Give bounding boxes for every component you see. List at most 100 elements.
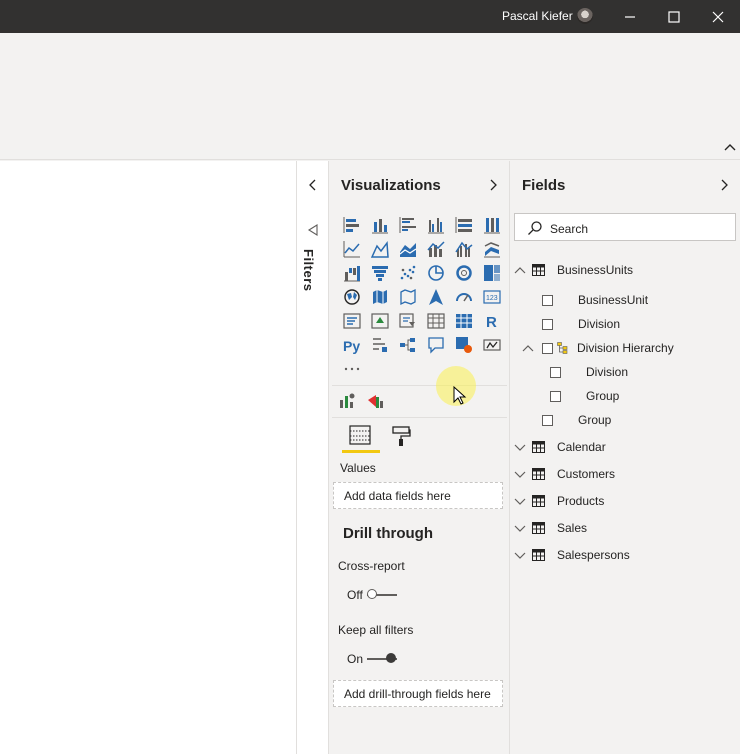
drill-through-drop-zone[interactable]: Add drill-through fields here bbox=[333, 680, 503, 707]
field-name: Group bbox=[578, 413, 612, 427]
custom-visual-icon[interactable] bbox=[338, 392, 356, 410]
fields-pane: Fields Search BusinessUnits BusinessUnit… bbox=[510, 161, 740, 754]
minimize-icon bbox=[625, 15, 635, 18]
chevron-down-icon[interactable] bbox=[514, 441, 526, 453]
field-row-group[interactable]: Group bbox=[542, 410, 611, 430]
custom-visual-icon-2[interactable] bbox=[366, 392, 384, 410]
hierarchy-level-group[interactable]: Group bbox=[550, 386, 619, 406]
table-icon bbox=[532, 549, 545, 561]
matrix-icon[interactable] bbox=[455, 312, 473, 330]
r-script-visual-icon[interactable]: R bbox=[483, 312, 501, 330]
table-row-sales[interactable]: Sales bbox=[514, 518, 587, 538]
hierarchy-icon bbox=[557, 342, 568, 354]
hierarchy-level-division[interactable]: Division bbox=[550, 362, 628, 382]
chevron-up-icon[interactable] bbox=[722, 140, 738, 156]
shape-map-icon[interactable] bbox=[399, 288, 417, 306]
paginated-report-icon[interactable] bbox=[483, 336, 501, 354]
line-and-stacked-column-chart-icon[interactable] bbox=[427, 240, 445, 258]
treemap-icon[interactable] bbox=[483, 264, 501, 282]
fields-tab-icon[interactable] bbox=[349, 424, 371, 446]
format-paint-roller-icon[interactable] bbox=[391, 425, 411, 447]
report-canvas[interactable] bbox=[0, 161, 296, 754]
clustered-bar-chart-icon[interactable] bbox=[399, 216, 417, 234]
map-icon[interactable] bbox=[343, 288, 361, 306]
pie-chart-icon[interactable] bbox=[427, 264, 445, 282]
cross-report-label: Cross-report bbox=[338, 559, 405, 573]
chevron-down-icon[interactable] bbox=[514, 549, 526, 561]
minimize-button[interactable] bbox=[608, 0, 652, 33]
search-icon bbox=[528, 221, 542, 235]
filters-label[interactable]: Filters bbox=[301, 249, 316, 292]
active-tab-indicator bbox=[342, 450, 380, 453]
waterfall-chart-icon[interactable] bbox=[343, 264, 361, 282]
table-name: BusinessUnits bbox=[557, 263, 634, 277]
area-chart-icon[interactable] bbox=[371, 240, 389, 258]
field-checkbox[interactable] bbox=[542, 318, 553, 330]
maximize-button[interactable] bbox=[652, 0, 696, 33]
gauge-icon[interactable] bbox=[455, 288, 473, 306]
close-button[interactable] bbox=[696, 0, 740, 33]
field-name: Group bbox=[586, 389, 620, 403]
filters-pane[interactable]: Filters bbox=[296, 161, 329, 754]
field-checkbox[interactable] bbox=[542, 414, 553, 426]
avatar[interactable] bbox=[577, 8, 593, 24]
qa-visual-icon[interactable] bbox=[427, 336, 445, 354]
key-influencers-icon[interactable] bbox=[371, 336, 389, 354]
maximize-icon bbox=[668, 10, 680, 23]
line-and-clustered-column-chart-icon[interactable] bbox=[455, 240, 473, 258]
more-visuals-icon[interactable] bbox=[343, 360, 361, 378]
python-visual-icon[interactable]: Py bbox=[343, 336, 361, 354]
decomposition-tree-icon[interactable] bbox=[399, 336, 417, 354]
stacked-bar-chart-icon[interactable] bbox=[343, 216, 361, 234]
field-checkbox[interactable] bbox=[542, 294, 553, 306]
keep-filters-toggle[interactable] bbox=[367, 652, 399, 666]
table-icon bbox=[532, 441, 545, 453]
chevron-up-icon[interactable] bbox=[514, 264, 526, 276]
field-row-businessunit[interactable]: BusinessUnit bbox=[542, 290, 648, 310]
table-row-businessunits[interactable]: BusinessUnits bbox=[514, 260, 633, 280]
donut-chart-icon[interactable] bbox=[455, 264, 473, 282]
field-checkbox[interactable] bbox=[550, 366, 561, 378]
chevron-right-icon[interactable] bbox=[718, 179, 730, 191]
chevron-down-icon[interactable] bbox=[514, 522, 526, 534]
kpi-icon[interactable] bbox=[371, 312, 389, 330]
multi-row-card-icon[interactable] bbox=[343, 312, 361, 330]
chevron-down-icon[interactable] bbox=[514, 468, 526, 480]
table-icon[interactable] bbox=[427, 312, 445, 330]
values-drop-zone[interactable]: Add data fields here bbox=[333, 482, 503, 509]
chevron-right-icon[interactable] bbox=[487, 179, 499, 191]
field-row-division[interactable]: Division bbox=[542, 314, 620, 334]
chevron-up-icon[interactable] bbox=[522, 342, 534, 354]
table-row-calendar[interactable]: Calendar bbox=[514, 437, 606, 457]
funnel-icon[interactable] bbox=[371, 264, 389, 282]
stacked-column-chart-icon[interactable] bbox=[371, 216, 389, 234]
hierarchy-row-division-hierarchy[interactable]: Division Hierarchy bbox=[522, 338, 674, 358]
search-input[interactable]: Search bbox=[514, 213, 736, 241]
azure-map-icon[interactable] bbox=[427, 288, 445, 306]
table-row-salespersons[interactable]: Salespersons bbox=[514, 545, 630, 565]
line-chart-icon[interactable] bbox=[343, 240, 361, 258]
visual-gallery: 123 R Py bbox=[338, 213, 506, 381]
100-stacked-bar-chart-icon[interactable] bbox=[455, 216, 473, 234]
field-checkbox[interactable] bbox=[550, 390, 561, 402]
table-icon bbox=[532, 264, 545, 276]
clustered-column-chart-icon[interactable] bbox=[427, 216, 445, 234]
field-name: Division bbox=[578, 317, 621, 331]
field-checkbox[interactable] bbox=[542, 342, 553, 354]
chevron-left-icon[interactable] bbox=[307, 179, 319, 191]
slicer-icon[interactable] bbox=[399, 312, 417, 330]
cross-report-state: Off bbox=[347, 588, 363, 602]
stacked-area-chart-icon[interactable] bbox=[399, 240, 417, 258]
table-row-customers[interactable]: Customers bbox=[514, 464, 615, 484]
ribbon-chart-icon[interactable] bbox=[483, 240, 501, 258]
chevron-down-icon[interactable] bbox=[514, 495, 526, 507]
scatter-chart-icon[interactable] bbox=[399, 264, 417, 282]
cross-report-toggle[interactable] bbox=[367, 588, 399, 602]
field-name: Division Hierarchy bbox=[577, 341, 674, 355]
filled-map-icon[interactable] bbox=[371, 288, 389, 306]
100-stacked-column-chart-icon[interactable] bbox=[483, 216, 501, 234]
smart-narrative-icon[interactable] bbox=[455, 336, 473, 354]
table-row-products[interactable]: Products bbox=[514, 491, 604, 511]
card-icon[interactable]: 123 bbox=[483, 288, 501, 306]
table-name: Customers bbox=[557, 467, 616, 481]
